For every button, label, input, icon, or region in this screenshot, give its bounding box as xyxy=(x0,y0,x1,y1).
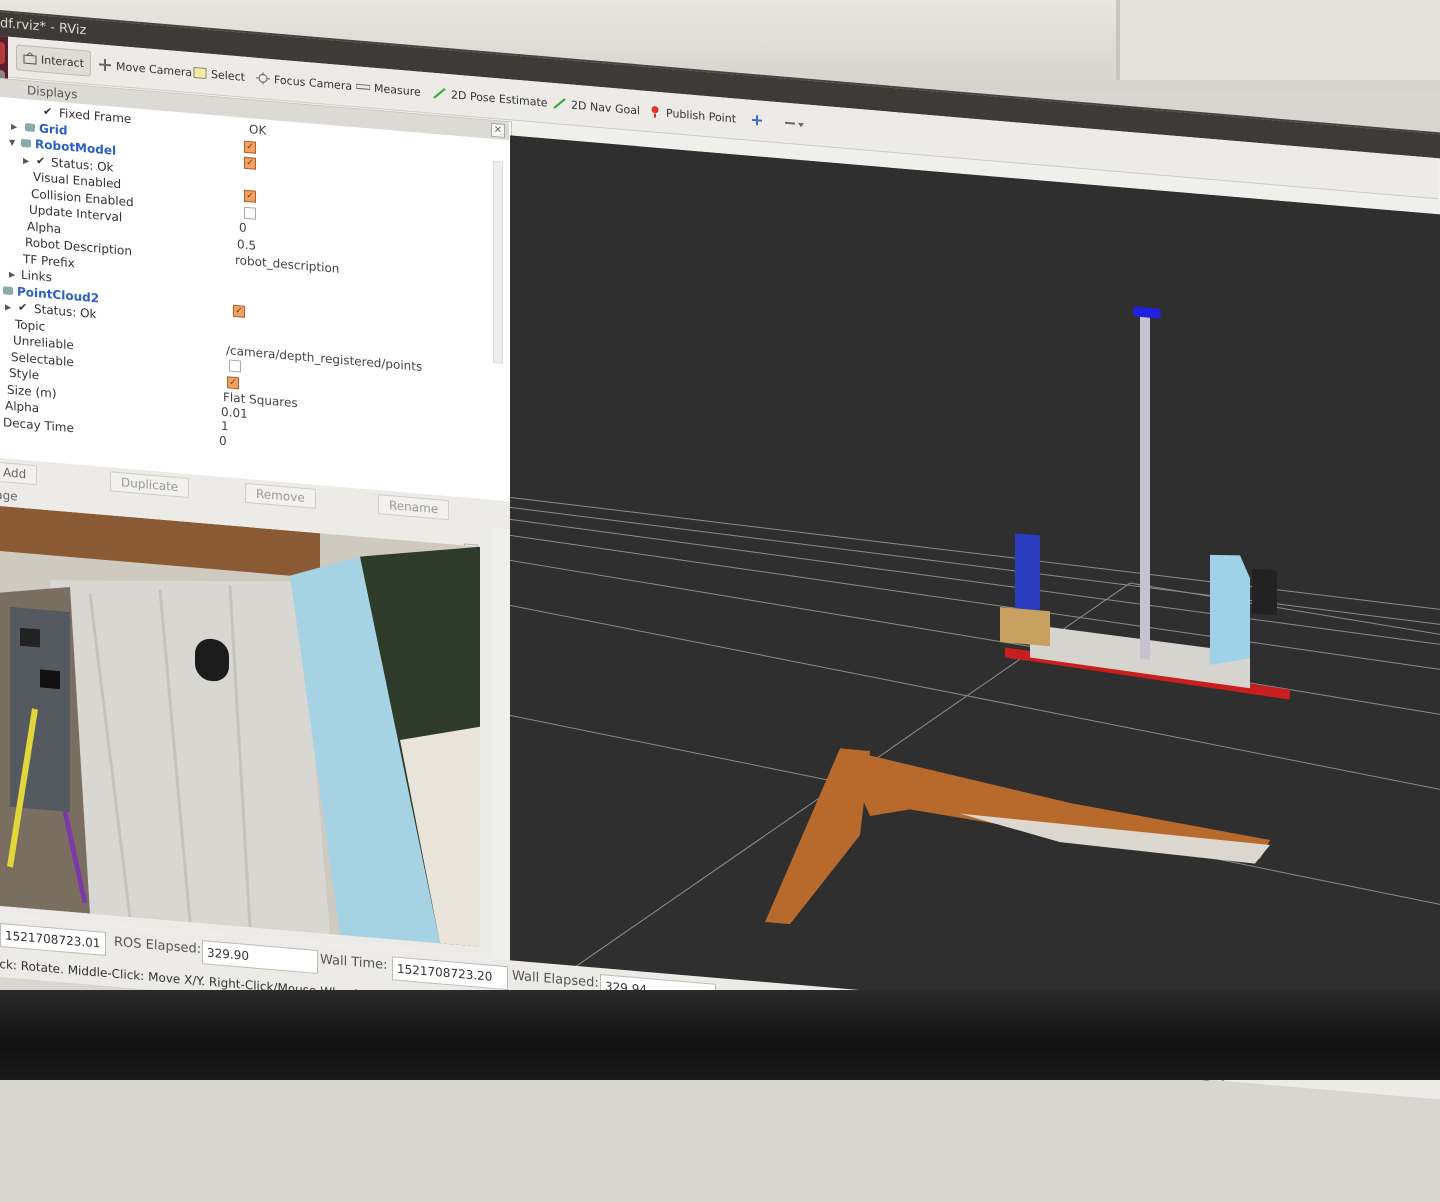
expand-arrow-icon[interactable]: ▶ xyxy=(11,121,17,131)
rename-display-button[interactable]: Rename xyxy=(378,494,450,521)
grid-icon xyxy=(25,122,35,132)
interact-icon xyxy=(23,51,37,65)
displays-panel: Displays × ✔ Fixed Frame OK ▶ Grid ✓ ▼ R… xyxy=(0,76,512,504)
check-icon: ✔ xyxy=(43,104,53,119)
pointcloud-plant xyxy=(1252,568,1277,616)
add-tool-button[interactable] xyxy=(750,110,764,131)
pointcloud-panel xyxy=(1210,554,1250,665)
displays-tree: ✔ Fixed Frame OK ▶ Grid ✓ ▼ RobotModel ✓… xyxy=(0,99,491,472)
camera-image xyxy=(0,504,480,947)
plus-icon xyxy=(750,114,764,127)
launcher-app-icon[interactable] xyxy=(0,40,5,65)
duplicate-display-button[interactable]: Duplicate xyxy=(110,471,190,499)
ros-elapsed-field[interactable]: 329.90 xyxy=(202,940,318,975)
image-panel: Image × xyxy=(0,484,492,958)
tool-2d-nav-goal[interactable]: 2D Nav Goal xyxy=(553,93,640,120)
camera-image-view xyxy=(0,504,480,947)
image-panel-title: Image xyxy=(0,486,18,504)
tool-select[interactable]: Select xyxy=(193,62,245,86)
displays-title: Displays xyxy=(27,83,78,102)
visual-enabled-checkbox[interactable]: ✓ xyxy=(244,189,256,203)
tool-interact[interactable]: Interact xyxy=(16,44,91,77)
tool-move-camera[interactable]: Move Camera xyxy=(98,54,192,82)
remove-display-button[interactable]: Remove xyxy=(245,482,316,509)
remove-tool-button[interactable] xyxy=(784,113,804,134)
minus-dropdown-icon xyxy=(784,117,804,130)
background-cabinet xyxy=(1116,0,1440,80)
robot-pole xyxy=(1140,308,1150,660)
pointcloud-arm xyxy=(1015,533,1040,616)
3d-viewport[interactable] xyxy=(510,135,1440,1045)
nav-goal-icon xyxy=(553,97,567,110)
tool-2d-pose-estimate[interactable]: 2D Pose Estimate xyxy=(433,83,548,113)
check-icon: ✔ xyxy=(18,300,28,315)
pose-estimate-icon xyxy=(433,87,447,100)
expand-arrow-icon[interactable]: ▶ xyxy=(23,155,29,165)
tool-measure[interactable]: Measure xyxy=(355,76,421,102)
3d-scene xyxy=(510,135,1440,1045)
wall-time-label: Wall Time: xyxy=(320,952,388,973)
wall-time-field[interactable]: 1521708723.20 xyxy=(392,956,508,991)
displays-scrollbar[interactable] xyxy=(493,160,503,364)
measure-icon xyxy=(355,80,371,93)
ros-time-field[interactable]: 1521708723.01 xyxy=(0,923,106,957)
robot-icon xyxy=(21,138,31,148)
monitor-bezel xyxy=(0,990,1440,1080)
ros-elapsed-label: ROS Elapsed: xyxy=(114,934,202,958)
focus-camera-icon xyxy=(256,72,270,85)
expand-arrow-icon[interactable]: ▶ xyxy=(5,302,11,312)
pointcloud2-enabled-checkbox[interactable]: ✓ xyxy=(233,304,245,318)
rviz-window: df.rviz* - RViz Interact Move Camera Sel… xyxy=(0,8,1440,1100)
wall-elapsed-label: Wall Elapsed: xyxy=(512,968,599,991)
collision-enabled-checkbox[interactable] xyxy=(244,206,256,220)
collapse-arrow-icon[interactable]: ▼ xyxy=(9,138,15,148)
tool-focus-camera[interactable]: Focus Camera xyxy=(256,68,352,96)
publish-point-icon xyxy=(648,105,662,118)
displays-close-button[interactable]: × xyxy=(491,122,505,138)
check-icon: ✔ xyxy=(36,153,46,168)
robotmodel-enabled-checkbox[interactable]: ✓ xyxy=(244,156,256,170)
tool-publish-point[interactable]: Publish Point xyxy=(648,101,736,128)
expand-arrow-icon[interactable]: ▶ xyxy=(9,270,15,280)
move-camera-icon xyxy=(98,58,112,72)
grid-enabled-checkbox[interactable]: ✓ xyxy=(244,140,256,154)
pointcloud-arm-base xyxy=(1000,607,1050,647)
select-icon xyxy=(193,66,207,80)
pointcloud-icon xyxy=(3,285,13,295)
add-display-button[interactable]: Add xyxy=(0,461,38,486)
